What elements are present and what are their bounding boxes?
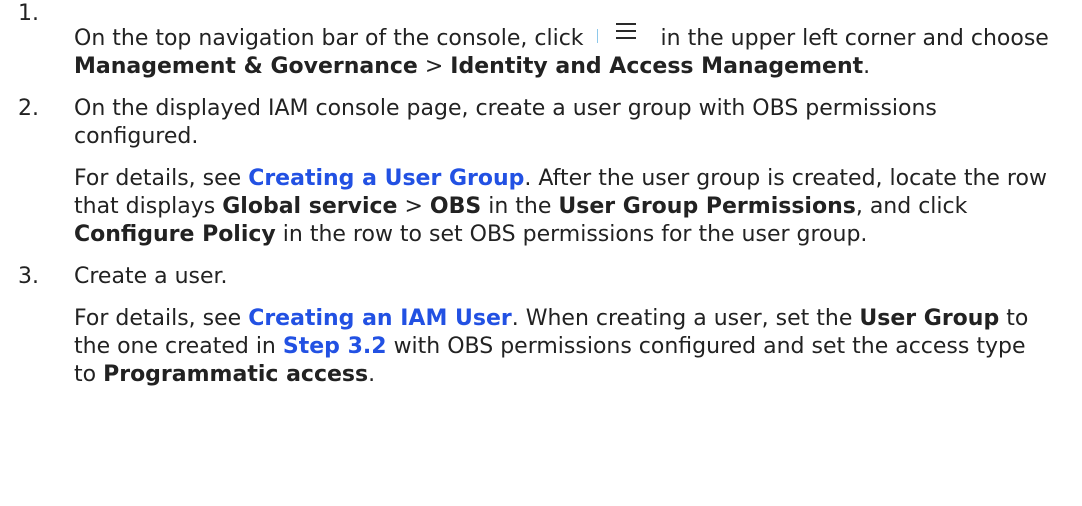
term-user-group-permissions: User Group Permissions	[558, 194, 856, 219]
menu-separator: >	[424, 54, 444, 79]
step-2-detail: For details, see Creating a User Group. …	[74, 165, 1052, 249]
menu-bar	[615, 37, 636, 39]
punctuation: .	[368, 362, 376, 387]
step-2-text: On the displayed IAM console page, creat…	[74, 96, 937, 149]
link-creating-user-group[interactable]: Creating a User Group	[248, 166, 524, 191]
term-global-service: Global service	[222, 194, 398, 219]
menu-separator: >	[404, 194, 423, 219]
detail-text: For details, see	[74, 306, 242, 331]
step-3-detail: For details, see Creating an IAM User. W…	[74, 305, 1052, 389]
link-creating-iam-user[interactable]: Creating an IAM User	[248, 306, 512, 331]
step-3: 3. Create a user. For details, see Creat…	[0, 263, 1082, 389]
step-number: 1.	[18, 1, 39, 26]
menu-path-management-governance: Management & Governance	[74, 54, 418, 79]
term-user-group: User Group	[859, 306, 1000, 331]
punctuation: .	[863, 54, 871, 79]
step-1-text: On the top navigation bar of the console…	[74, 23, 1052, 81]
step-text: On the top navigation bar of the console…	[74, 26, 584, 51]
step-1: 1. On the top navigation bar of the cons…	[0, 0, 1082, 81]
detail-text: , and click	[855, 194, 968, 219]
step-text: in the upper left corner and choose	[660, 26, 1049, 51]
step-number: 3.	[18, 264, 39, 289]
menu-path-iam: Identity and Access Management	[450, 54, 864, 79]
detail-text: in the row to set OBS permissions for th…	[282, 222, 868, 247]
icon-edge	[596, 29, 598, 43]
step-2: 2. On the displayed IAM console page, cr…	[0, 95, 1082, 249]
menu-bar	[615, 30, 636, 32]
hamburger-menu-icon	[593, 23, 655, 53]
detail-text: in the	[488, 194, 552, 219]
procedure-list: 1. On the top navigation bar of the cons…	[0, 0, 1082, 389]
term-configure-policy: Configure Policy	[74, 222, 276, 247]
step-3-text: Create a user.	[74, 264, 228, 289]
step-number: 2.	[18, 96, 39, 121]
detail-text: . When creating a user, set the	[511, 306, 853, 331]
term-obs: OBS	[429, 194, 482, 219]
link-step-3-2[interactable]: Step 3.2	[283, 334, 387, 359]
menu-bar	[615, 23, 636, 25]
term-programmatic-access: Programmatic access	[103, 362, 369, 387]
detail-text: For details, see	[74, 166, 242, 191]
